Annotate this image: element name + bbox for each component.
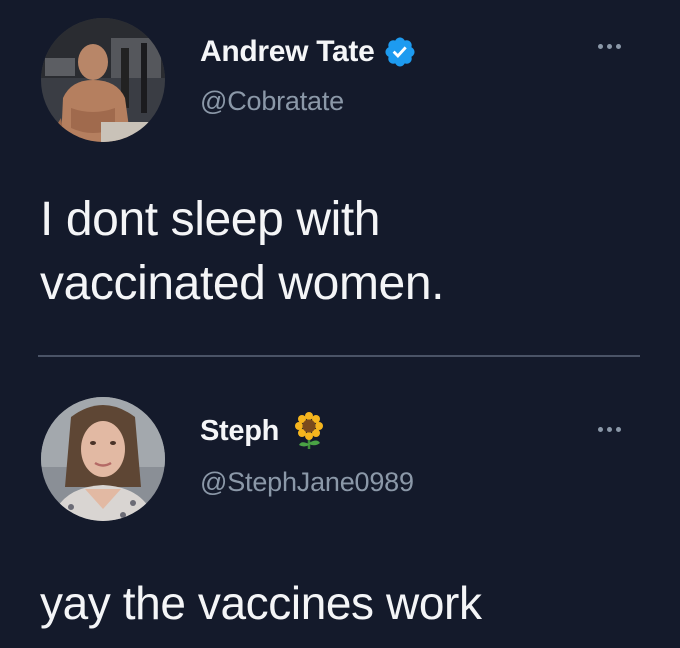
more-options-icon[interactable]: [598, 427, 621, 432]
more-options-icon[interactable]: [598, 44, 621, 49]
author-handle[interactable]: @Cobratate: [200, 86, 344, 117]
reply-author-avatar[interactable]: [41, 397, 165, 521]
reply-author-name-row: Steph: [200, 411, 327, 451]
author-name-row: Andrew Tate: [200, 32, 417, 72]
tweet-reply: Steph @StephJane0989 yay the vaccines wo…: [0, 357, 680, 648]
author-display-name[interactable]: Andrew Tate: [200, 35, 375, 69]
sunflower-icon: [291, 412, 327, 450]
author-avatar[interactable]: [41, 18, 165, 142]
verified-badge-icon: [383, 35, 417, 69]
reply-text: yay the vaccines work: [40, 577, 482, 629]
tweet-main: Andrew Tate @Cobratate I dont sleep with…: [0, 0, 680, 355]
reply-author-handle[interactable]: @StephJane0989: [200, 467, 414, 498]
reply-author-display-name[interactable]: Steph: [200, 415, 279, 448]
tweet-text: I dont sleep with vaccinated women.: [40, 193, 445, 310]
